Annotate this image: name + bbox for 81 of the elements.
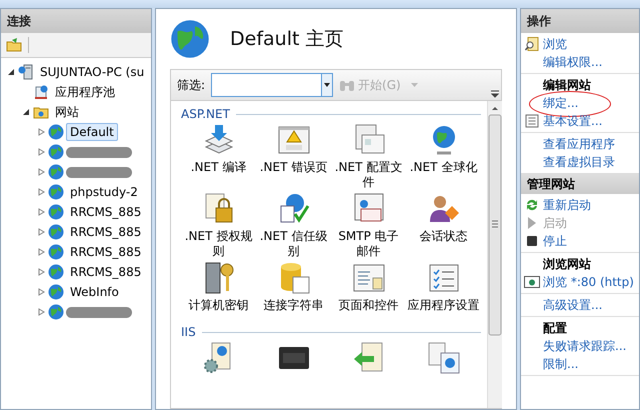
expand-arrow-icon[interactable] xyxy=(37,148,46,156)
globe-icon xyxy=(48,164,64,180)
section-heading: 配置 xyxy=(542,320,568,337)
globe-icon xyxy=(48,244,64,260)
panel-header: 操作 xyxy=(521,9,639,33)
feature-label[interactable]: .NET 授权规则 xyxy=(182,229,254,259)
globe-icon xyxy=(48,144,64,160)
server-icon xyxy=(18,64,34,80)
globe-icon xyxy=(48,124,64,140)
filter-field[interactable] xyxy=(211,73,334,97)
feature-label[interactable]: 连接字符串 xyxy=(258,298,330,313)
feature-label[interactable]: .NET 编译 xyxy=(182,160,254,175)
feature-label[interactable]: .NET 全球化 xyxy=(408,160,480,175)
collapse-arrow-icon[interactable] xyxy=(22,108,31,116)
tree-item[interactable]: Default xyxy=(66,123,118,141)
section-heading: 浏览网站 xyxy=(542,256,592,273)
redirect-document-icon xyxy=(426,341,460,375)
globe-icon xyxy=(48,204,64,220)
pool-icon xyxy=(33,84,49,100)
action-link[interactable]: 停止 xyxy=(543,232,567,250)
refresh-icon xyxy=(525,198,539,212)
action-link[interactable]: 失败请求跟踪... xyxy=(543,338,626,354)
expand-arrow-icon[interactable] xyxy=(37,208,46,216)
globe-icon xyxy=(48,184,64,200)
site-globe-icon xyxy=(170,19,210,59)
action-link[interactable]: 绑定... xyxy=(543,94,578,112)
tree-item[interactable]: RRCMS_885 xyxy=(66,203,146,221)
expand-arrow-icon[interactable] xyxy=(37,248,46,256)
stop-icon xyxy=(525,234,539,248)
feature-label[interactable]: 页面和控件 xyxy=(332,298,404,313)
action-link[interactable]: 查看应用程序 xyxy=(543,136,615,152)
tree-item[interactable]: phpstudy-2 xyxy=(66,183,142,201)
action-link[interactable]: 限制... xyxy=(543,356,578,372)
expand-arrow-icon[interactable] xyxy=(37,128,46,136)
tree-item[interactable]: SUJUNTAO-PC (su xyxy=(36,63,148,81)
tree-item[interactable]: 应用程序池 xyxy=(51,82,119,102)
document-icon xyxy=(525,114,539,128)
expand-arrow-icon[interactable] xyxy=(37,188,46,196)
magnifier-document-icon xyxy=(525,37,539,51)
action-link[interactable]: 重新启动 xyxy=(543,196,591,214)
feature-label[interactable]: SMTP 电子邮件 xyxy=(332,229,404,259)
globe-icon xyxy=(48,304,64,320)
group-heading: IIS xyxy=(181,325,196,339)
action-link[interactable]: 浏览 *:80 (http) xyxy=(543,274,634,290)
expand-arrow-icon[interactable] xyxy=(37,168,46,176)
feature-label[interactable]: 计算机密钥 xyxy=(182,298,254,313)
action-link[interactable]: 基本设置... xyxy=(543,112,602,130)
feature-label[interactable]: .NET 配置文件 xyxy=(332,160,404,190)
section-heading: 管理网站 xyxy=(521,174,639,194)
dropdown-arrow-icon[interactable] xyxy=(324,83,330,87)
tree-item[interactable]: WebInfo xyxy=(66,283,123,301)
binoculars-icon xyxy=(339,79,356,91)
action-link[interactable]: 高级设置... xyxy=(543,296,602,314)
group-heading: ASP.NET xyxy=(181,107,230,121)
scrollbar[interactable] xyxy=(487,101,502,408)
filter-label: 筛选: xyxy=(177,76,206,94)
action-link[interactable]: 查看虚拟目录 xyxy=(543,154,615,170)
feature-label[interactable]: 应用程序设置 xyxy=(408,298,480,313)
action-link[interactable]: 浏览 xyxy=(543,36,567,52)
tree-item[interactable]: RRCMS_885 xyxy=(66,263,146,281)
feature-label[interactable]: .NET 错误页 xyxy=(258,160,330,175)
overflow-icon[interactable] xyxy=(491,90,499,98)
globe-icon xyxy=(48,284,64,300)
action-link[interactable]: 编辑权限... xyxy=(543,54,602,70)
globe-icon xyxy=(48,264,64,280)
collapse-arrow-icon[interactable] xyxy=(7,68,16,76)
tree-item[interactable]: 网站 xyxy=(51,102,83,122)
expand-arrow-icon[interactable] xyxy=(37,288,46,296)
page-title: Default 主页 xyxy=(230,27,344,52)
tree-item[interactable]: RRCMS_885 xyxy=(66,223,146,241)
browser-window-icon xyxy=(524,275,540,289)
expand-arrow-icon[interactable] xyxy=(37,308,46,316)
globe-icon xyxy=(48,224,64,240)
expand-arrow-icon[interactable] xyxy=(37,228,46,236)
section-heading: 编辑网站 xyxy=(542,77,592,94)
expand-arrow-icon[interactable] xyxy=(37,268,46,276)
feature-label[interactable]: .NET 信任级别 xyxy=(258,229,330,259)
feature-label[interactable]: 会话状态 xyxy=(408,229,480,244)
folder-arrow-icon[interactable] xyxy=(6,37,22,53)
panel-header: 连接 xyxy=(1,9,151,33)
tree-item[interactable]: RRCMS_885 xyxy=(66,243,146,261)
